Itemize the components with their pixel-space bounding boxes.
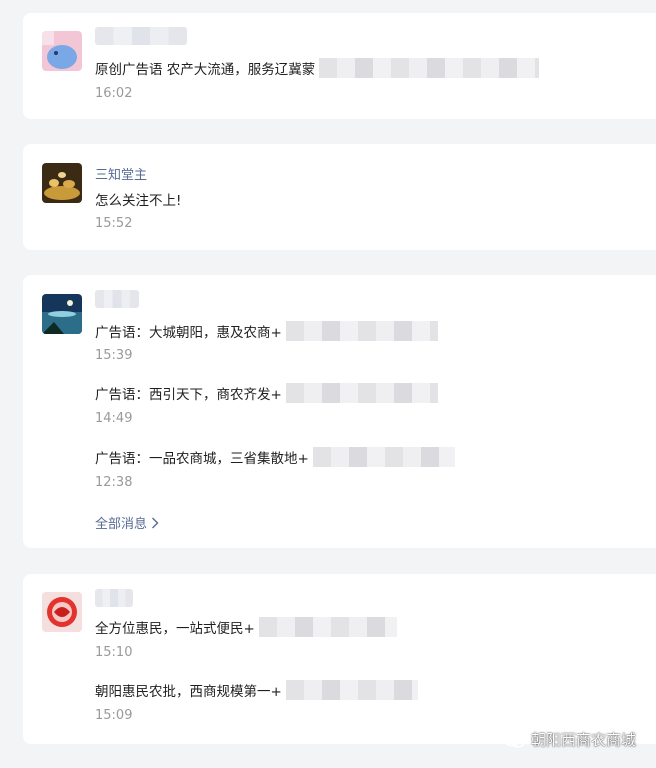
chevron-right-icon [152, 517, 159, 528]
comment-text: 广告语：大城朝阳，惠及农商+ [95, 321, 438, 341]
comment-text: 朝阳惠民农批，西商规模第一+ [95, 680, 418, 700]
comment-card-4: 全方位惠民，一站式便民+ 15:10 朝阳惠民农批，西商规模第一+ 15:09 [23, 574, 656, 744]
avatar[interactable] [42, 592, 82, 632]
redacted-text [285, 680, 418, 700]
redacted-text [312, 447, 455, 467]
wechat-icon [503, 731, 525, 748]
redacted-text [258, 617, 397, 637]
watermark: 朝阳西商农商城 [503, 729, 636, 750]
redacted-text [285, 321, 438, 341]
comment-text: 全方位惠民，一站式便民+ [95, 617, 397, 637]
comment-card-1: 原创广告语 农产大流通，服务辽冀蒙 16:02 [23, 13, 656, 119]
comment-text: 怎么关注不上! [95, 193, 182, 209]
redacted-text [319, 58, 540, 78]
avatar[interactable] [42, 163, 82, 203]
comment-time: 12:38 [95, 475, 133, 490]
comment-text: 广告语：西引天下，商农齐发+ [95, 383, 438, 403]
redacted-text [285, 383, 438, 403]
comment-time: 15:52 [95, 216, 133, 231]
comment-time: 15:39 [95, 348, 133, 363]
author-name-redacted [95, 290, 139, 308]
watermark-text: 朝阳西商农商城 [530, 731, 636, 749]
all-messages-link[interactable]: 全部消息 [95, 513, 159, 532]
comment-text: 广告语：一品农商城，三省集散地+ [95, 447, 455, 467]
comment-time: 15:10 [95, 645, 133, 660]
comment-time: 16:02 [95, 86, 133, 101]
author-name[interactable]: 三知堂主 [95, 164, 147, 183]
author-name-redacted [95, 27, 187, 45]
comment-text: 原创广告语 农产大流通，服务辽冀蒙 [95, 58, 540, 78]
avatar[interactable] [42, 31, 82, 71]
comment-time: 15:09 [95, 708, 133, 723]
author-name-redacted [95, 589, 133, 607]
avatar[interactable] [42, 294, 82, 334]
comment-card-2: 三知堂主 怎么关注不上! 15:52 [23, 144, 656, 250]
comment-card-3: 广告语：大城朝阳，惠及农商+ 15:39 广告语：西引天下，商农齐发+ 14:4… [23, 275, 656, 548]
comment-time: 14:49 [95, 411, 133, 426]
